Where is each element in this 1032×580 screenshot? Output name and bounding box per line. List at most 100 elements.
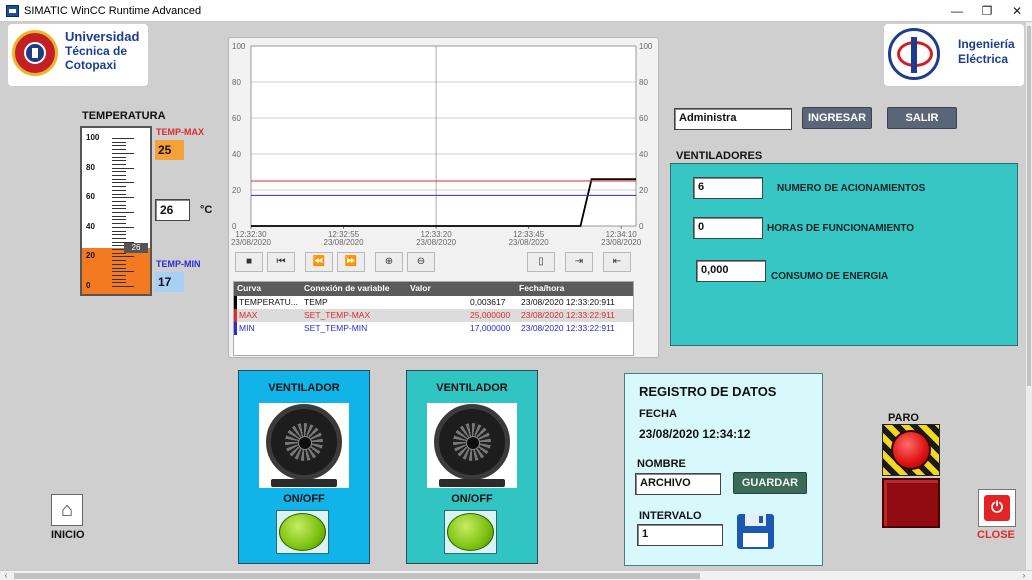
trend-y-tick-left: 100 [232, 42, 246, 51]
acionamientos-label: NUMERO DE ACIONAMIENTOS [777, 183, 926, 194]
legend-curve: MIN [239, 323, 255, 333]
legend-color-mark [234, 322, 237, 335]
temperature-tick [112, 167, 134, 169]
temperature-tick [112, 256, 134, 258]
trend-zoom-out-button[interactable]: ⊖ [407, 252, 435, 272]
fan2-title: VENTILADOR [436, 382, 508, 394]
legend-color-mark [234, 309, 237, 322]
vertical-scrollbar-thumb[interactable] [1027, 26, 1031, 386]
minimize-button[interactable]: — [942, 2, 972, 20]
fan1-icon [266, 404, 342, 480]
fan1-onoff-indicator [279, 513, 326, 551]
ingresar-button[interactable]: INGRESAR [802, 107, 872, 129]
legend-value: 17,000000 [470, 323, 511, 333]
ventiladores-title: VENTILADORES [676, 150, 763, 162]
trend-x-tick-date: 23/08/2020 [509, 238, 550, 247]
close-window-button[interactable]: ✕ [1002, 2, 1032, 20]
temperature-tick [112, 145, 126, 147]
trend-zoom-in-button[interactable]: ⊕ [375, 252, 403, 272]
legend-row[interactable]: TEMPERATU... TEMP 0,003617 23/08/2020 12:33… [234, 296, 633, 309]
temperature-tick [112, 138, 134, 139]
temperature-bar-gauge: 100 80 60 40 20 0 26 [80, 126, 152, 296]
horizontal-scrollbar[interactable]: ‹ › [0, 570, 1032, 580]
temperature-tick [112, 237, 126, 239]
temperature-title: TEMPERATURA [82, 110, 166, 122]
restore-button[interactable]: ❐ [972, 2, 1002, 20]
fan1-panel: VENTILADOR ON/OFF [238, 370, 370, 564]
temperature-scale: 100 80 60 40 20 0 [82, 128, 150, 294]
scroll-right-icon[interactable]: › [1018, 571, 1030, 580]
trend-stop-button[interactable]: ■ [235, 252, 263, 272]
user-field[interactable]: Administra [674, 108, 792, 130]
consumo-label: CONSUMO DE ENERGIA [771, 271, 889, 282]
temperature-tick [112, 156, 126, 158]
ie-logo: Ingeniería Eléctrica [884, 24, 1024, 86]
trend-ruler-back-button[interactable]: ⇥ [565, 252, 593, 272]
trend-rewind-button[interactable]: ⏪ [305, 252, 333, 272]
fan2-icon [434, 404, 510, 480]
temperature-tick [112, 234, 126, 236]
temperature-tick [112, 189, 126, 191]
paro-status-indicator [882, 478, 940, 528]
scrollbar-thumb[interactable] [14, 573, 700, 579]
temperature-tick [112, 163, 126, 165]
home-icon: ⌂ [60, 499, 74, 521]
trend-forward-button[interactable]: ⏩ [337, 252, 365, 272]
intervalo-input[interactable]: 1 [637, 524, 723, 546]
salir-button[interactable]: SALIR [887, 107, 957, 129]
legend-header-curve: Curva [237, 283, 262, 293]
scroll-left-icon[interactable]: ‹ [0, 571, 12, 580]
nombre-input[interactable]: ARCHIVO [635, 473, 721, 495]
temperature-tick [112, 186, 126, 188]
temp-min-label: TEMP-MIN [156, 259, 201, 269]
home-button[interactable]: ⌂ [51, 494, 83, 526]
temperature-tick [112, 182, 134, 184]
legend-datetime: 23/08/2020 12:33:22:911 [521, 323, 615, 333]
temperature-tick [112, 175, 126, 176]
trend-chart: 100 10080 8060 6040 4020 200 012:32:3023/08/20… [231, 42, 653, 247]
legend-row[interactable]: MIN SET_TEMP-MIN 17,000000 23/08/2020 12:33… [234, 322, 633, 335]
trend-ruler-forward-button[interactable]: ⇤ [603, 252, 631, 272]
fan1-onoff-button[interactable] [276, 510, 329, 554]
power-icon: ⏻ [984, 495, 1010, 521]
window-titlebar: SIMATIC WinCC Runtime Advanced — ❐ ✕ [0, 0, 1032, 22]
temperature-tick [112, 149, 126, 151]
vertical-scrollbar[interactable] [1026, 22, 1032, 570]
window-title: SIMATIC WinCC Runtime Advanced [24, 5, 202, 17]
legend-datetime: 23/08/2020 12:33:20:911 [521, 297, 615, 307]
trend-toolbar: ■ ⏮ ⏪ ⏩ ⊕ ⊖ ▯ ⇥ ⇤ [235, 252, 655, 274]
temperature-unit: °C [200, 204, 213, 216]
consumo-field: 0,000 [696, 260, 766, 282]
close-app-button[interactable]: ⏻ [978, 489, 1016, 527]
temperature-tick [112, 286, 134, 287]
temperature-tick [112, 200, 126, 202]
temperature-tick [112, 263, 126, 265]
fan1-title: VENTILADOR [268, 382, 340, 394]
fecha-label: FECHA [639, 408, 677, 420]
legend-row[interactable]: MAX SET_TEMP-MAX 25,000000 23/08/2020 12:33… [234, 309, 633, 322]
save-floppy-icon[interactable] [737, 514, 774, 549]
paro-emergency-button[interactable] [882, 424, 940, 476]
trend-y-tick-right: 40 [639, 150, 648, 159]
temperature-tick [112, 215, 126, 217]
trend-ruler-button[interactable]: ▯ [527, 252, 555, 272]
temperature-tick [112, 160, 126, 162]
trend-x-tick-date: 23/08/2020 [231, 238, 272, 247]
ie-line1: Ingeniería [958, 37, 1015, 51]
temperature-current-tag: 26 [124, 242, 148, 253]
temperature-tick [112, 197, 134, 199]
trend-y-tick-right: 0 [639, 222, 644, 231]
trend-y-tick-right: 20 [639, 186, 648, 195]
legend-tag: SET_TEMP-MIN [304, 323, 368, 333]
temperature-tick [112, 278, 126, 280]
temperature-tick [112, 226, 134, 228]
temperature-value-field: 26 [155, 199, 190, 221]
temperature-tick-label: 80 [86, 162, 95, 172]
paro-button-cap-icon [891, 430, 931, 470]
temperature-tick [112, 230, 126, 232]
trend-first-button[interactable]: ⏮ [267, 252, 295, 272]
fan2-panel: VENTILADOR ON/OFF [406, 370, 538, 564]
registro-title: REGISTRO DE DATOS [639, 384, 777, 399]
guardar-button[interactable]: GUARDAR [733, 472, 807, 494]
fan2-onoff-button[interactable] [444, 510, 497, 554]
